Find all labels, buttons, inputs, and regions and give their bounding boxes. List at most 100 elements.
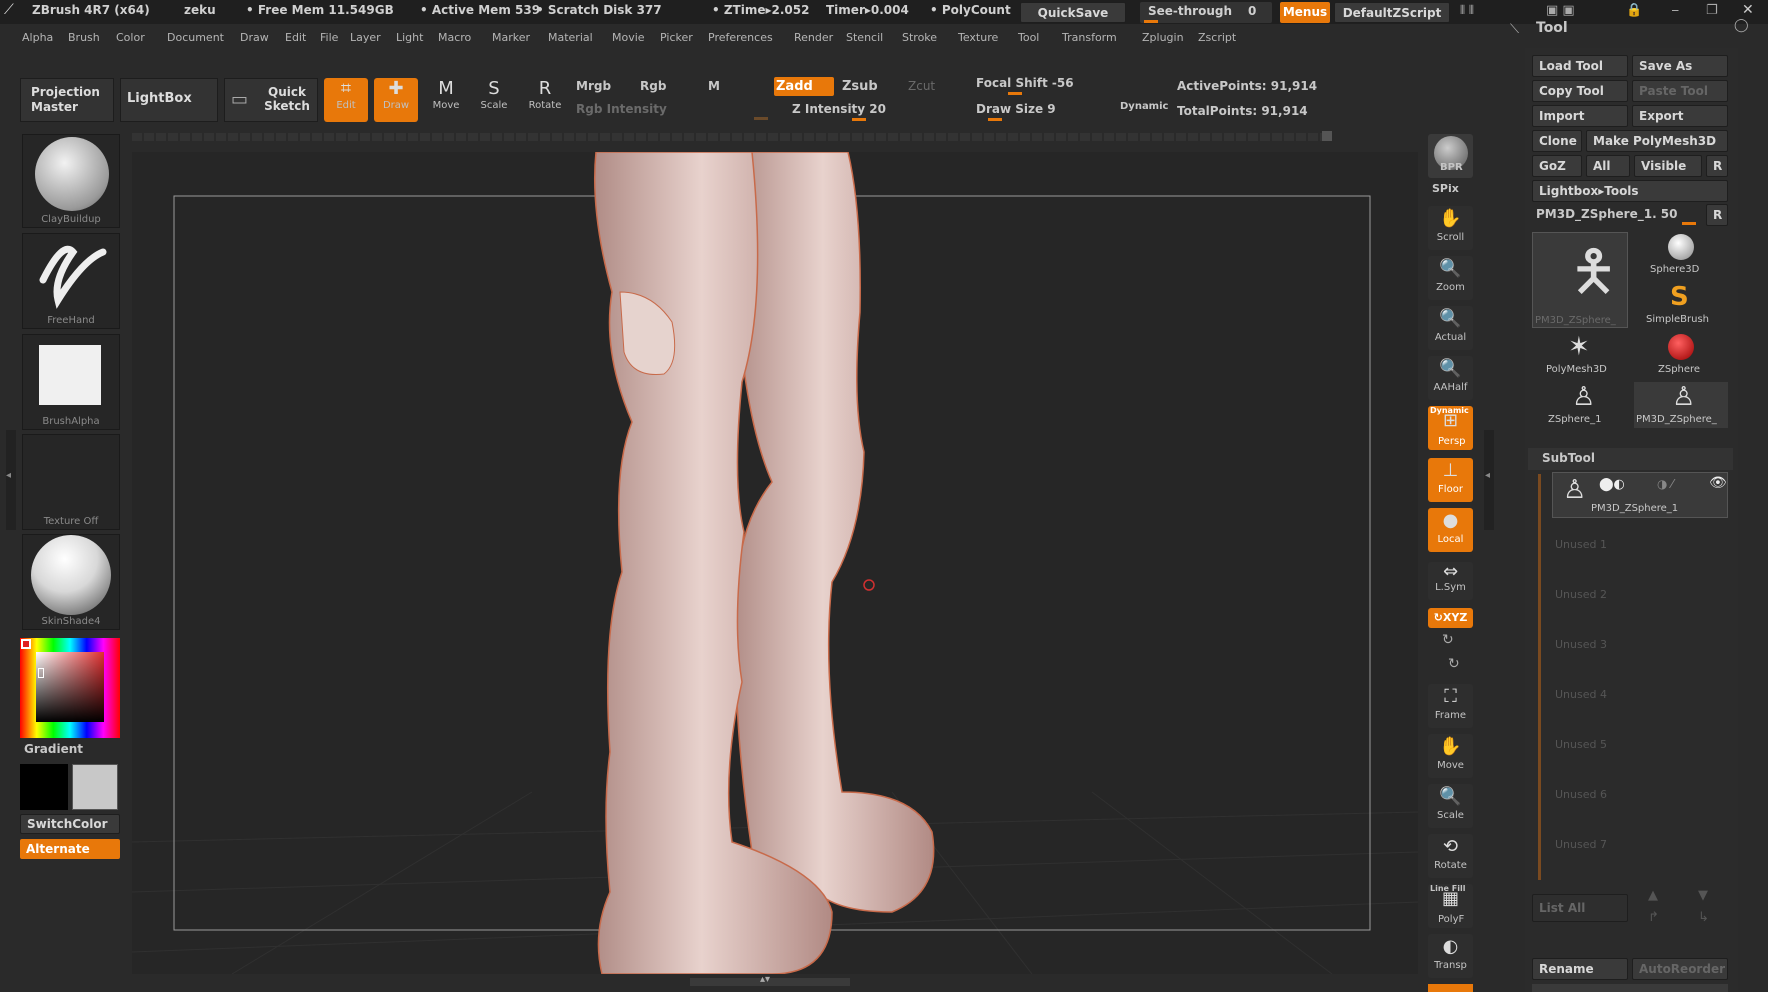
m-button[interactable]: M xyxy=(708,79,720,93)
tool-r-button[interactable]: R xyxy=(1706,204,1728,226)
rgb-intensity-slider[interactable]: Rgb Intensity xyxy=(576,102,667,116)
bpr-button[interactable]: BPR xyxy=(1428,134,1473,178)
subtool-unused-3[interactable]: Unused 3 xyxy=(1555,638,1607,651)
save-as-button[interactable]: Save As xyxy=(1632,55,1728,77)
menu-preferences[interactable]: Preferences xyxy=(708,31,773,44)
draw-button[interactable]: ✚ Draw xyxy=(374,78,418,122)
rotate-z-icon[interactable]: ↻ xyxy=(1448,656,1460,672)
brush-thumbnail[interactable]: ClayBuildup xyxy=(22,134,120,228)
color-picker[interactable] xyxy=(20,638,120,738)
zadd-button[interactable]: Zadd xyxy=(774,77,834,96)
palette-close-icon[interactable]: ◯ xyxy=(1734,18,1749,33)
window-layout-icon[interactable]: ▣ ▣ xyxy=(1546,3,1575,18)
scale-button[interactable]: S Scale xyxy=(472,78,516,122)
menu-light[interactable]: Light xyxy=(396,31,423,44)
menu-draw[interactable]: Draw xyxy=(240,31,269,44)
export-button[interactable]: Export xyxy=(1632,105,1728,127)
tool-thumb-zsphere[interactable]: ZSphere xyxy=(1634,332,1728,378)
menu-tool[interactable]: Tool xyxy=(1018,31,1039,44)
rotate-y-icon[interactable]: ↻ xyxy=(1442,632,1454,648)
canvas-viewport[interactable] xyxy=(132,152,1418,974)
rotate-button[interactable]: R Rotate xyxy=(522,78,568,122)
actual-button[interactable]: 🔍 Actual xyxy=(1428,306,1473,350)
menu-movie[interactable]: Movie xyxy=(612,31,645,44)
xyz-button[interactable]: ↻XYZ xyxy=(1428,608,1473,628)
main-color-swatch[interactable] xyxy=(20,764,68,810)
make-polymesh-button[interactable]: Make PolyMesh3D xyxy=(1586,130,1728,152)
menu-transform[interactable]: Transform xyxy=(1062,31,1117,44)
menu-zplugin[interactable]: Zplugin xyxy=(1142,31,1184,44)
autoreorder-button[interactable]: AutoReorder xyxy=(1632,958,1728,980)
clone-button[interactable]: Clone xyxy=(1532,130,1582,152)
current-tool-slider[interactable]: PM3D_ZSphere_1. 50 xyxy=(1532,204,1702,226)
paste-tool-button[interactable]: Paste Tool xyxy=(1632,80,1728,102)
goz-visible-button[interactable]: Visible xyxy=(1634,155,1702,177)
goz-all-button[interactable]: All xyxy=(1586,155,1630,177)
dynamic-toggle[interactable]: Dynamic xyxy=(1120,101,1168,112)
menu-layer[interactable]: Layer xyxy=(350,31,381,44)
arrow-upright-icon[interactable]: ↱ xyxy=(1648,910,1659,925)
menu-marker[interactable]: Marker xyxy=(492,31,530,44)
polyf-button[interactable]: Line Fill ▦ PolyF xyxy=(1428,884,1473,928)
menu-macro[interactable]: Macro xyxy=(438,31,471,44)
alternate-button[interactable]: Alternate xyxy=(20,839,120,859)
zoom-button[interactable]: 🔍 Zoom xyxy=(1428,256,1473,300)
quicksave-button[interactable]: QuickSave xyxy=(1020,2,1126,23)
tool-thumb-pm3d-1[interactable]: 🯅 PM3D_ZSphere_ xyxy=(1532,232,1628,328)
zsub-button[interactable]: Zsub xyxy=(842,79,878,94)
zcut-button[interactable]: Zcut xyxy=(908,79,935,93)
tool-thumb-pm3d-2[interactable]: ♙ PM3D_ZSphere_ xyxy=(1634,382,1728,428)
subtool-unused-4[interactable]: Unused 4 xyxy=(1555,688,1607,701)
left-tray-handle[interactable]: ◂ xyxy=(6,430,16,530)
transp-button[interactable]: ◐ Transp xyxy=(1428,934,1473,978)
list-all-button[interactable]: List All xyxy=(1532,894,1628,922)
rename-button[interactable]: Rename xyxy=(1532,958,1628,980)
z-intensity-slider[interactable]: Z Intensity 20 xyxy=(782,100,952,122)
projection-master-button[interactable]: Projection Master xyxy=(20,78,114,122)
scroll-button[interactable]: ✋ Scroll xyxy=(1428,206,1473,250)
menu-stroke[interactable]: Stroke xyxy=(902,31,937,44)
subtool-item-active[interactable]: ♙ ⬤◐ ◑ ⁄ 👁 PM3D_ZSphere_1 xyxy=(1552,472,1728,518)
aahalf-button[interactable]: 🔍 AAHalf xyxy=(1428,356,1473,400)
texture-thumbnail[interactable]: Texture Off xyxy=(22,434,120,530)
lightbox-button[interactable]: LightBox xyxy=(120,78,218,122)
subtool-unused-6[interactable]: Unused 6 xyxy=(1555,788,1607,801)
menu-material[interactable]: Material xyxy=(548,31,593,44)
shelf-handle[interactable] xyxy=(1322,131,1332,141)
menu-color[interactable]: Color xyxy=(116,31,145,44)
spix-slider[interactable]: SPix xyxy=(1432,182,1459,195)
lock-icon[interactable]: 🔒 xyxy=(1626,3,1642,18)
subtool-unused-1[interactable]: Unused 1 xyxy=(1555,538,1607,551)
subtool-unused-5[interactable]: Unused 5 xyxy=(1555,738,1607,751)
lsym-button[interactable]: ⇔ L.Sym xyxy=(1428,562,1473,600)
subtool-scrollbar[interactable] xyxy=(1538,474,1541,880)
lightbox-tools-button[interactable]: Lightbox▸Tools xyxy=(1532,180,1728,202)
model-legs[interactable] xyxy=(132,152,1418,974)
goz-button[interactable]: GoZ xyxy=(1532,155,1582,177)
import-button[interactable]: Import xyxy=(1532,105,1628,127)
move-view-button[interactable]: ✋ Move xyxy=(1428,734,1473,778)
subtool-header[interactable]: SubTool xyxy=(1528,448,1733,470)
subtool-options-icon[interactable]: ◑ ⁄ xyxy=(1657,477,1673,491)
tool-thumb-simplebrush[interactable]: S SimpleBrush xyxy=(1634,282,1728,328)
load-tool-button[interactable]: Load Tool xyxy=(1532,55,1628,77)
menu-alpha[interactable]: Alpha xyxy=(22,31,53,44)
menu-document[interactable]: Document xyxy=(167,31,224,44)
rgb-button[interactable]: Rgb xyxy=(640,79,666,93)
minimize-icon[interactable]: ⎯ xyxy=(1672,3,1679,18)
persp-button[interactable]: Dynamic ⊞ Persp xyxy=(1428,406,1473,450)
copy-tool-button[interactable]: Copy Tool xyxy=(1532,80,1628,102)
eye-icon[interactable]: 👁 xyxy=(1709,475,1727,491)
switchcolor-button[interactable]: SwitchColor xyxy=(20,814,120,834)
menu-stencil[interactable]: Stencil xyxy=(846,31,883,44)
menu-zscript[interactable]: Zscript xyxy=(1198,31,1236,44)
close-icon[interactable]: ✕ xyxy=(1742,2,1754,18)
tool-thumb-polymesh3d[interactable]: ✶ PolyMesh3D xyxy=(1532,332,1628,378)
menu-file[interactable]: File xyxy=(320,31,338,44)
subtool-unused-7[interactable]: Unused 7 xyxy=(1555,838,1607,851)
palette-dock-icon[interactable]: ⟍ xyxy=(1510,22,1519,37)
see-through-slider[interactable]: See-through 0 xyxy=(1140,2,1272,23)
mrgb-button[interactable]: Mrgb xyxy=(576,79,611,93)
material-thumbnail[interactable]: SkinShade4 xyxy=(22,534,120,630)
subtool-toggle-icon[interactable]: ⬤◐ xyxy=(1599,477,1625,492)
